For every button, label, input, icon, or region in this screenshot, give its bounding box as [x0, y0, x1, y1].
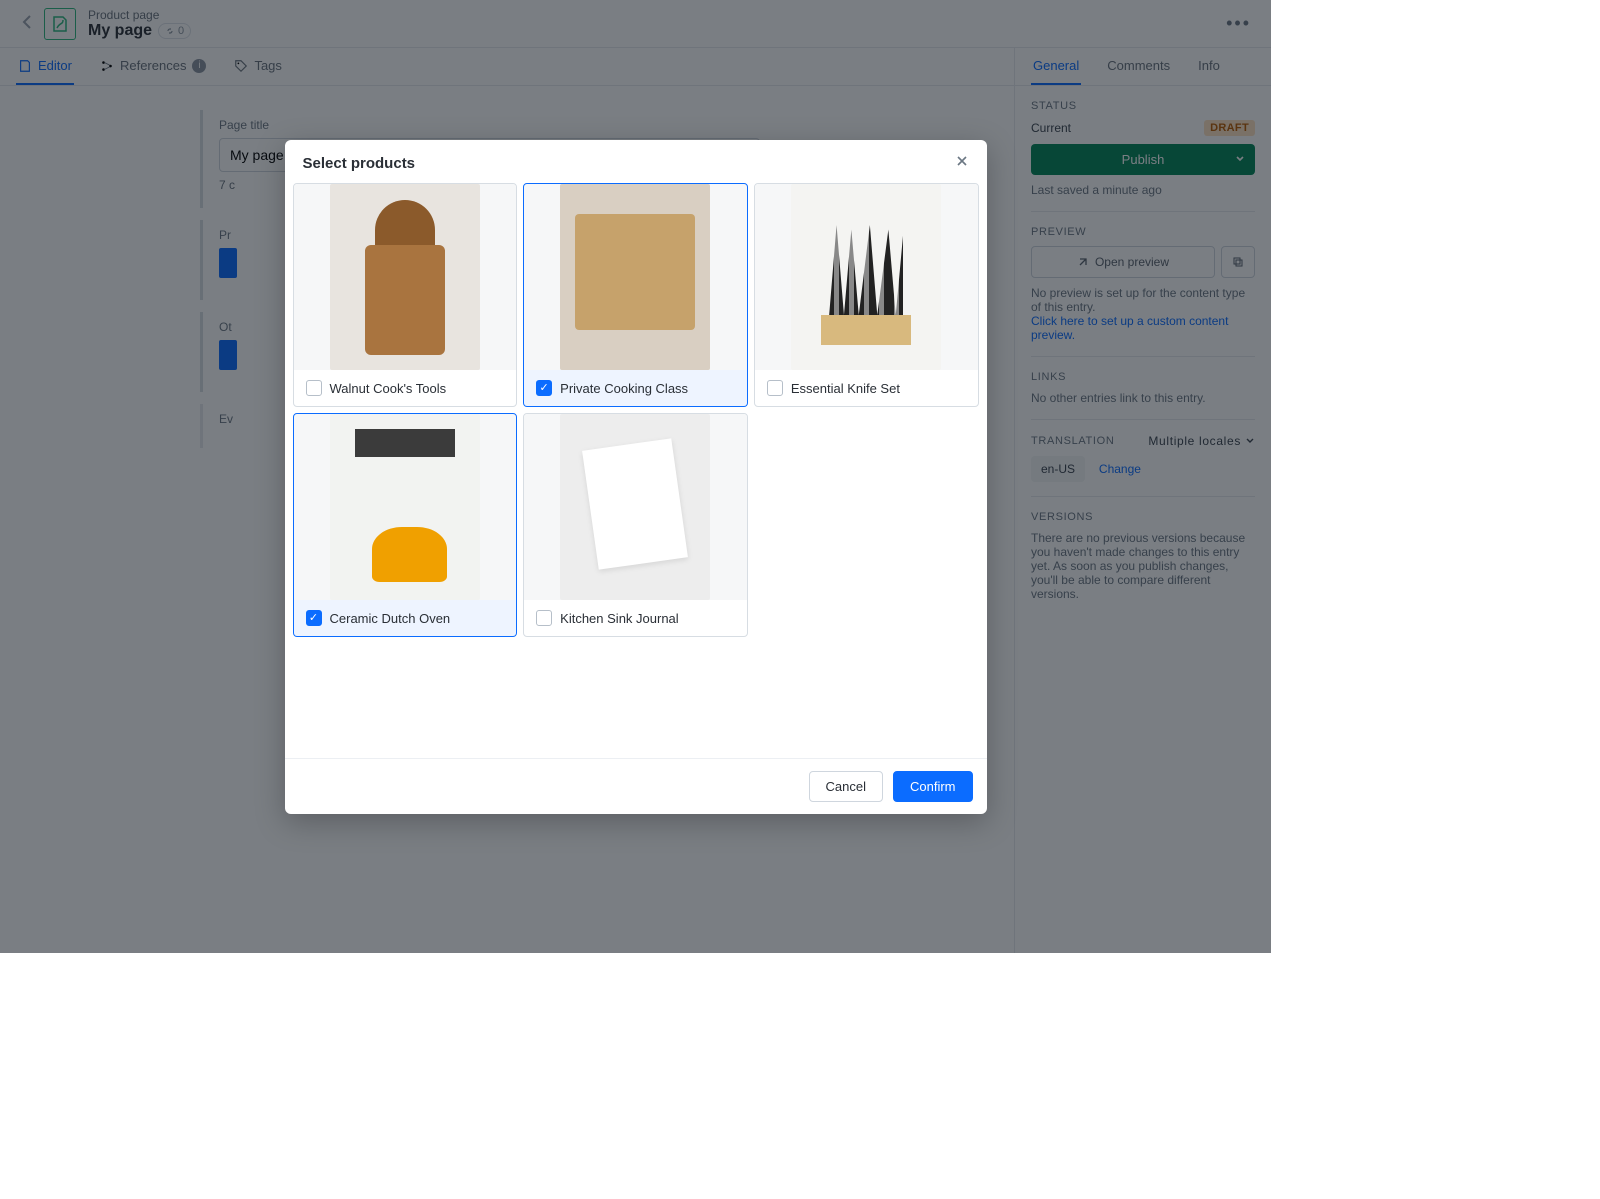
product-thumbnail — [524, 184, 747, 370]
product-checkbox[interactable] — [306, 610, 322, 626]
select-products-modal: Select products Walnut Cook's Tools Priva… — [285, 140, 987, 814]
product-checkbox[interactable] — [536, 610, 552, 626]
product-checkbox[interactable] — [767, 380, 783, 396]
product-card[interactable]: Ceramic Dutch Oven — [293, 413, 518, 637]
product-name: Walnut Cook's Tools — [330, 381, 447, 396]
product-grid: Walnut Cook's Tools Private Cooking Class… — [291, 183, 981, 637]
confirm-button[interactable]: Confirm — [893, 771, 973, 802]
product-thumbnail — [524, 414, 747, 600]
product-checkbox[interactable] — [536, 380, 552, 396]
modal-title: Select products — [303, 155, 416, 172]
product-name: Essential Knife Set — [791, 381, 900, 396]
product-thumbnail — [294, 414, 517, 600]
product-name: Private Cooking Class — [560, 381, 688, 396]
product-thumbnail — [294, 184, 517, 370]
close-icon[interactable] — [955, 154, 969, 173]
product-card[interactable]: Essential Knife Set — [754, 183, 979, 407]
product-card[interactable]: Walnut Cook's Tools — [293, 183, 518, 407]
product-checkbox[interactable] — [306, 380, 322, 396]
cancel-button[interactable]: Cancel — [809, 771, 883, 802]
product-name: Kitchen Sink Journal — [560, 611, 679, 626]
modal-overlay[interactable]: Select products Walnut Cook's Tools Priva… — [0, 0, 1271, 953]
product-card[interactable]: Private Cooking Class — [523, 183, 748, 407]
product-thumbnail — [755, 184, 978, 370]
product-name: Ceramic Dutch Oven — [330, 611, 451, 626]
product-card[interactable]: Kitchen Sink Journal — [523, 413, 748, 637]
